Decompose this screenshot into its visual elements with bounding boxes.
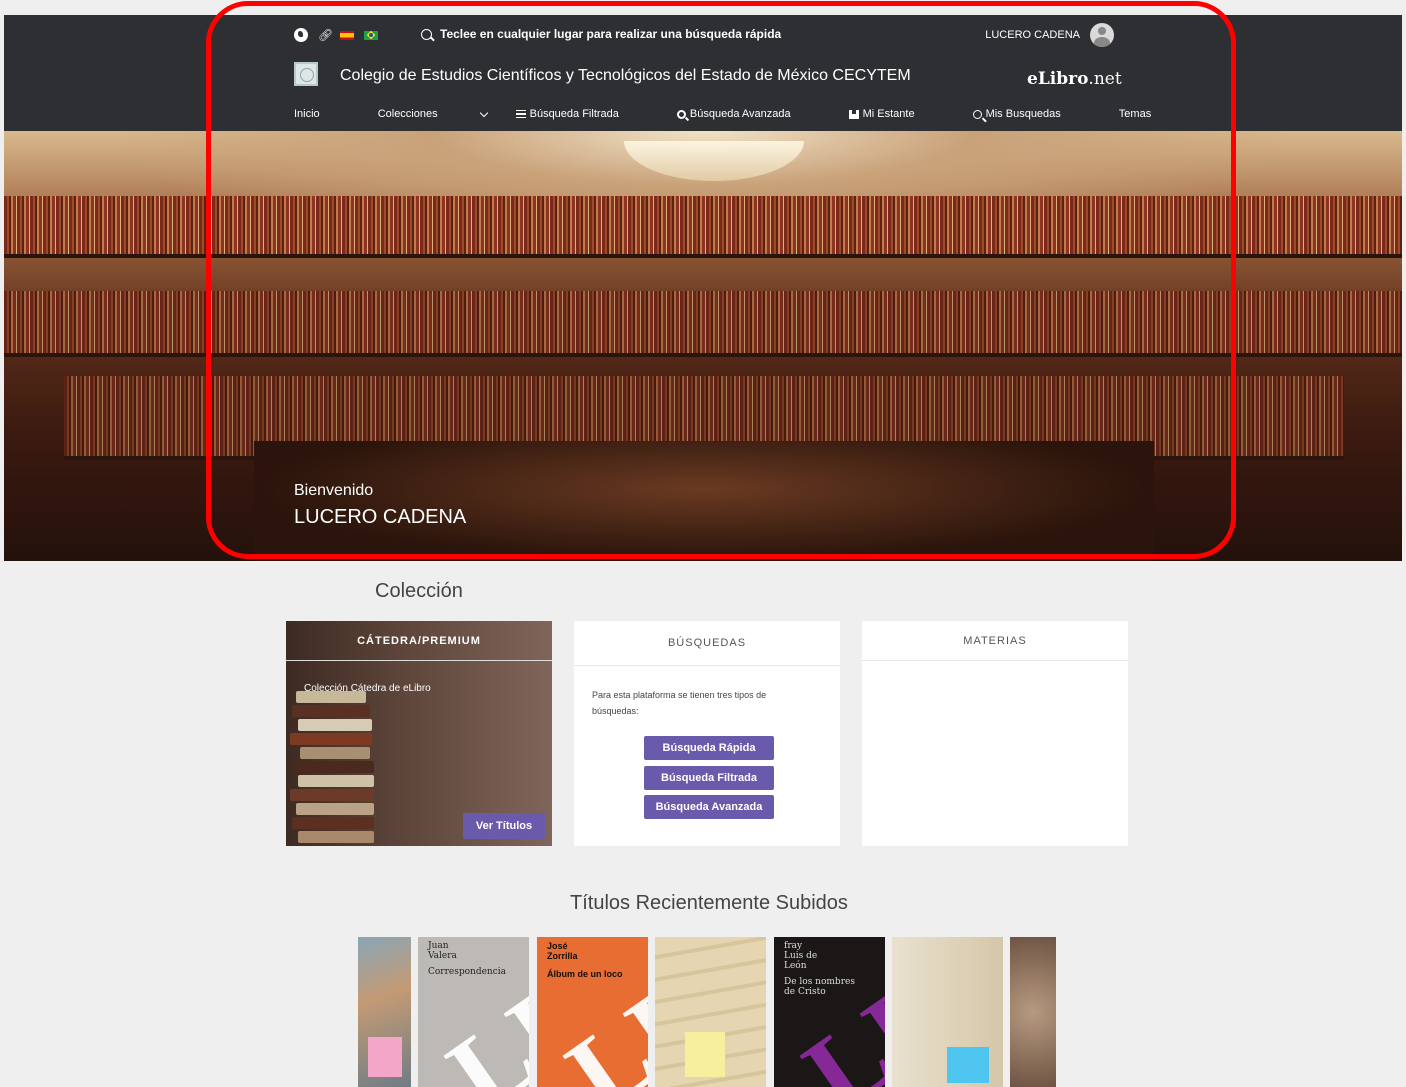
busquedas-heading: BÚSQUEDAS — [574, 621, 840, 666]
user-menu[interactable]: LUCERO CADENA — [985, 23, 1114, 47]
nav-label: Inicio — [294, 108, 320, 120]
hero-banner — [4, 131, 1402, 561]
brand-logo[interactable]: eLibro.net — [1027, 69, 1122, 89]
chevron-down-icon — [479, 108, 488, 117]
collection-title: Colección — [375, 580, 463, 602]
book-title: Correspondencia — [428, 967, 506, 977]
nav-label: Mi Estante — [862, 108, 915, 120]
shelf-row — [4, 291, 1402, 353]
quick-search-hint: Teclee en cualquier lugar para realizar … — [440, 27, 782, 41]
busqueda-rapida-button[interactable]: Búsqueda Rápida — [644, 736, 774, 760]
globe-icon[interactable] — [294, 28, 308, 42]
brand-suffix: .net — [1088, 69, 1122, 89]
book-cover[interactable]: José Zorrilla Álbum de un loco LK — [537, 937, 648, 1087]
reading-room-floor — [254, 441, 1154, 561]
book-cover[interactable] — [655, 937, 766, 1087]
user-name: LUCERO CADENA — [985, 29, 1080, 41]
link-icon[interactable]: 🔗︎ — [318, 28, 333, 42]
filter-icon — [515, 110, 526, 118]
nav-label: Búsqueda Avanzada — [689, 108, 791, 120]
shelf-rail — [4, 353, 1402, 357]
book-author: Juan Valera — [428, 941, 457, 961]
nav-colecciones[interactable]: Colecciones — [377, 108, 488, 120]
book-cover[interactable] — [1010, 937, 1056, 1087]
nav-busqueda-filtrada[interactable]: Búsqueda Filtrada — [515, 108, 648, 120]
ver-titulos-button[interactable]: Ver Títulos — [463, 813, 545, 839]
busquedas-card: BÚSQUEDAS Para esta plataforma se tienen… — [574, 621, 840, 846]
book-cover[interactable] — [892, 937, 1003, 1087]
book-title: Álbum de un loco — [547, 969, 623, 979]
main-nav: Inicio Colecciones Búsqueda Filtrada Bús… — [294, 108, 1209, 120]
recent-titles-heading: Títulos Recientemente Subidos — [570, 892, 848, 914]
busquedas-description: Para esta plataforma se tienen tres tipo… — [592, 690, 767, 716]
premium-card[interactable]: CÁTEDRA/PREMIUM Colección Cátedra de eLi… — [286, 621, 552, 846]
header-icons: 🔗︎ — [294, 28, 378, 42]
nav-busqueda-avanzada[interactable]: Búsqueda Avanzada — [676, 108, 820, 120]
shelf-rail — [4, 254, 1402, 258]
avatar[interactable] — [1090, 23, 1114, 47]
institution-name: Colegio de Estudios Científicos y Tecnol… — [340, 67, 911, 84]
busqueda-avanzada-button[interactable]: Búsqueda Avanzada — [644, 795, 774, 819]
materias-heading: MATERIAS — [862, 621, 1128, 661]
nav-temas[interactable]: Temas — [1119, 108, 1180, 120]
book-author: José Zorrilla — [547, 941, 578, 961]
premium-description: Colección Cátedra de eLibro — [304, 683, 431, 694]
flag-spain-icon[interactable] — [340, 30, 354, 40]
bookshelf-icon — [848, 109, 859, 119]
search-icon — [676, 109, 686, 119]
premium-card-heading: CÁTEDRA/PREMIUM — [286, 621, 552, 661]
brand-name: eLibro — [1027, 69, 1089, 89]
welcome-label: Bienvenido — [294, 482, 374, 499]
busqueda-filtrada-button[interactable]: Búsqueda Filtrada — [644, 766, 774, 790]
nav-inicio[interactable]: Inicio — [294, 108, 349, 120]
search-icon — [972, 109, 982, 119]
book-cover[interactable]: Juan Valera Correspondencia LK — [418, 937, 529, 1087]
nav-label: Búsqueda Filtrada — [529, 108, 619, 120]
welcome-name: LUCERO CADENA — [294, 506, 467, 528]
nav-label: Colecciones — [377, 108, 438, 120]
book-cover[interactable]: fray Luis de León De los nombres de Crist… — [774, 937, 885, 1087]
search-icon — [421, 28, 432, 40]
book-author: fray Luis de León — [784, 941, 818, 971]
flag-brazil-icon[interactable] — [364, 30, 378, 40]
book-cover[interactable] — [358, 937, 411, 1087]
nav-label: Temas — [1118, 108, 1152, 120]
shelf-row — [4, 196, 1402, 254]
library-lamp — [624, 141, 804, 181]
nav-mi-estante[interactable]: Mi Estante — [848, 108, 944, 120]
institution-logo — [294, 62, 318, 86]
nav-label: Mis Busquedas — [985, 108, 1061, 120]
materias-card: MATERIAS — [862, 621, 1128, 846]
quick-search[interactable]: Teclee en cualquier lugar para realizar … — [421, 27, 781, 41]
nav-mis-busquedas[interactable]: Mis Busquedas — [972, 108, 1090, 120]
